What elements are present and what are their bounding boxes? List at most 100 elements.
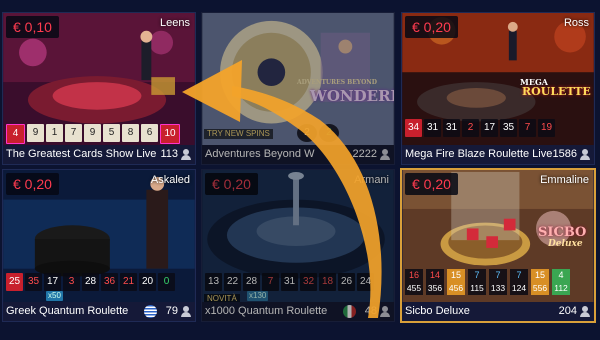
result-number: 26 (338, 273, 355, 291)
player-count: 48 (342, 302, 390, 321)
bet-price: € 0,10 (6, 16, 59, 38)
game-logo-line1: SICBO (538, 225, 587, 240)
tile-footer: Adventures Beyond W 2222 (202, 145, 394, 164)
sicbo-result: 14 356 (426, 269, 444, 295)
player-count-value: 204 (558, 305, 577, 317)
result-number: 31 (443, 119, 460, 137)
result-number: 17 (44, 273, 61, 291)
sicbo-result: 15 556 (531, 269, 549, 295)
result-number: 3 (63, 273, 80, 291)
game-logo-line2: Deluxe (548, 239, 583, 249)
result-number: 35 (25, 273, 42, 291)
multiplier-badge: x50 (46, 291, 63, 301)
person-icon (380, 306, 390, 317)
bet-price: € 0,20 (205, 173, 258, 195)
result-number: 28 (243, 273, 260, 291)
result-card: 7 (65, 124, 82, 142)
game-tile-sicbo-deluxe[interactable]: SICBO Deluxe € 0,20 Emmaline 16 455 14 356… (400, 168, 596, 323)
player-count-value: 79 (165, 305, 178, 317)
game-tile-mega-fire-blaze-roulette[interactable]: MEGA ROULETTE € 0,20 Ross 34 31 31 2 17 … (401, 12, 595, 165)
player-count-value: 1586 (552, 148, 577, 160)
result-number: 21 (120, 273, 137, 291)
tile-footer: x1000 Quantum Roulette 48 (202, 302, 394, 321)
result-number: 34 (405, 119, 422, 137)
results-history: 2 2 (297, 124, 339, 142)
result-number: 28 (82, 273, 99, 291)
try-new-badge: TRY NEW SPINS (204, 129, 273, 139)
result-number: 18 (319, 273, 336, 291)
game-name: The Greatest Cards Show Live (6, 148, 157, 160)
result-number: 32 (300, 273, 317, 291)
sicbo-result: 16 455 (405, 269, 423, 295)
sicbo-result: 7 133 (489, 269, 507, 295)
player-count: 2222 (353, 145, 390, 164)
sicbo-result: 15 456 (447, 269, 465, 295)
tile-footer: Sicbo Deluxe 204 (402, 302, 594, 321)
result-number: 2 (462, 119, 479, 137)
player-count: 79 (143, 302, 191, 321)
sicbo-result: 7 124 (510, 269, 528, 295)
player-count: 204 (559, 302, 590, 321)
game-name: x1000 Quantum Roulette (205, 305, 328, 317)
result-card: 8 (122, 124, 139, 142)
dealer-name: Askaled (150, 174, 190, 186)
greece-flag-icon (143, 305, 157, 318)
game-tile-greatest-cards-show[interactable]: € 0,10 Leens 4 9 1 7 9 5 8 6 10 The Grea… (2, 12, 196, 165)
game-name: Mega Fire Blaze Roulette Live (405, 148, 553, 160)
result-number: 17 (481, 119, 498, 137)
result-number: 25 (6, 273, 23, 291)
results-history: 25 35 17 3 28 36 21 20 0 (6, 273, 175, 291)
results-history: 34 31 31 2 17 35 7 19 (405, 119, 555, 137)
person-icon (580, 306, 590, 317)
result-number: 36 (101, 273, 118, 291)
game-tile-x1000-quantum-roulette[interactable]: € 0,20 Armani 13 22 28 7 31 32 18 26 24 … (201, 169, 395, 322)
tile-footer: Greek Quantum Roulette 79 (3, 302, 195, 321)
player-count: 113 (160, 145, 191, 164)
result-card: 4 (6, 124, 25, 144)
result-item: 2 (319, 124, 339, 142)
result-number: 19 (538, 119, 555, 137)
results-history: 13 22 28 7 31 32 18 26 24 (205, 273, 374, 291)
result-card: 9 (27, 124, 44, 142)
results-history: 4 9 1 7 9 5 8 6 10 (6, 124, 180, 144)
result-number: 13 (205, 273, 222, 291)
dealer-name: Armani (354, 174, 389, 186)
dealer-name: Ross (563, 17, 589, 29)
results-history: 16 455 14 356 15 456 7 115 7 133 7 124 15 556 4… (405, 269, 570, 295)
result-item: 2 (297, 124, 317, 142)
result-number: 24 (357, 273, 374, 291)
game-logo-line1: ADVENTURES BEYOND (297, 79, 377, 86)
game-tile-greek-quantum-roulette[interactable]: € 0,20 Askaled 25 35 17 3 28 36 21 20 0 … (2, 169, 196, 322)
italy-flag-icon (342, 305, 356, 318)
player-count: 1586 (553, 145, 590, 164)
result-number: 0 (158, 273, 175, 291)
bet-price: € 0,20 (6, 173, 59, 195)
multiplier-badge: x130 (247, 291, 269, 301)
result-number: 7 (262, 273, 279, 291)
person-icon (380, 149, 390, 160)
sicbo-result: 7 115 (468, 269, 486, 295)
result-card: 5 (103, 124, 120, 142)
player-count-value: 2222 (352, 148, 377, 160)
game-name: Adventures Beyond W (205, 148, 315, 160)
player-count-value: 113 (160, 148, 178, 160)
result-card: 1 (46, 124, 63, 142)
result-number: 22 (224, 273, 241, 291)
tile-footer: The Greatest Cards Show Live 113 (3, 145, 195, 164)
bet-price: € 0,20 (405, 173, 458, 195)
dealer-name: Leens (160, 17, 190, 29)
person-icon (181, 149, 191, 160)
game-logo-line2: WONDERLAND (310, 87, 394, 105)
tile-footer: Mega Fire Blaze Roulette Live 1586 (402, 145, 594, 164)
person-icon (181, 306, 191, 317)
game-tile-adventures-beyond-wonderland[interactable]: ADVENTURES BEYOND WONDERLAND TRY NEW SPI… (201, 12, 395, 165)
dealer-name: Emmaline (540, 174, 589, 186)
game-logo-line2: ROULETTE (522, 85, 591, 98)
result-number: 20 (139, 273, 156, 291)
game-name: Sicbo Deluxe (405, 305, 470, 317)
result-number: 35 (500, 119, 517, 137)
result-number: 31 (281, 273, 298, 291)
result-card: 10 (160, 124, 180, 144)
player-count-value: 48 (364, 305, 377, 317)
result-number: 7 (519, 119, 536, 137)
